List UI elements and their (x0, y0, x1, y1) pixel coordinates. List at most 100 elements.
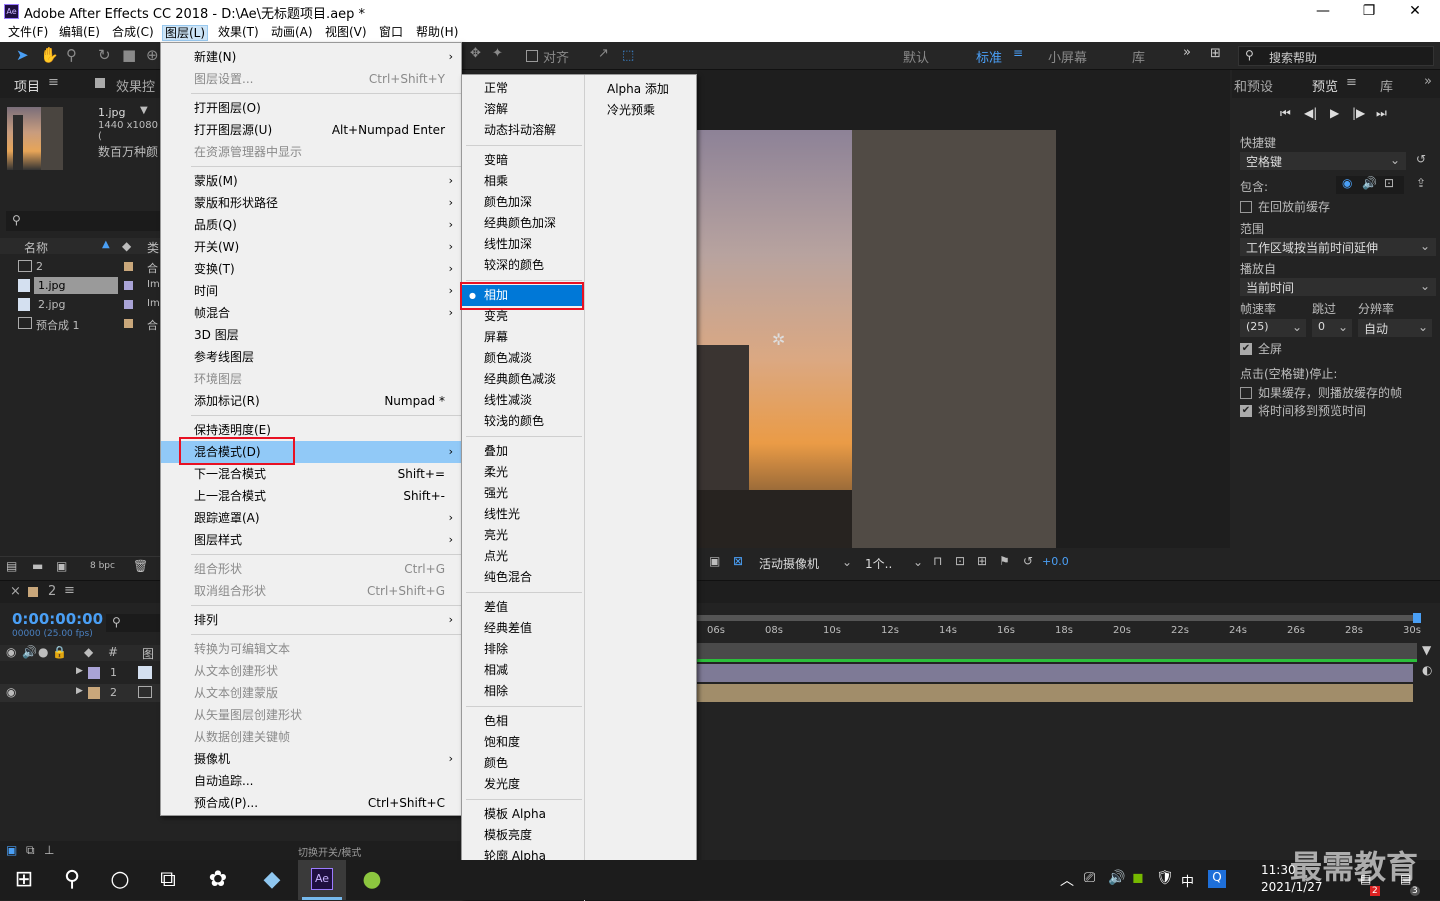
transparency-grid-icon[interactable]: ⊠ (733, 554, 743, 568)
snap-icon[interactable]: ↗ (598, 46, 609, 61)
app-pinned-icon[interactable]: ◆ (248, 860, 296, 900)
blend-mode-item[interactable]: 饱和度 (462, 732, 582, 753)
menu-window[interactable]: 窗口 (377, 25, 405, 41)
project-menu-icon[interactable]: ≡ (48, 75, 59, 90)
blend-mode-item[interactable]: 相减 (462, 660, 582, 681)
menu-layer[interactable]: 图层(L) (162, 25, 209, 41)
list-item[interactable]: 2 合 (0, 258, 160, 276)
workspace-library[interactable]: 库 (1132, 47, 1145, 66)
switch-modes-button[interactable]: 切换开关/模式 (298, 844, 361, 859)
menu-effect[interactable]: 效果(T) (216, 25, 261, 41)
interpret-footage-icon[interactable]: ▤ (6, 559, 17, 573)
blend-mode-item[interactable]: 较深的颜色 (462, 255, 582, 276)
layer-1-bar[interactable] (697, 664, 1413, 682)
flowchart-icon[interactable]: ⊞ (977, 554, 987, 568)
menu-composition[interactable]: 合成(C) (110, 25, 156, 41)
blend-mode-item[interactable]: 屏幕 (462, 327, 582, 348)
blend-mode-item[interactable]: 纯色混合 (462, 567, 582, 588)
after-effects-taskbar-button[interactable]: Ae (298, 860, 346, 900)
close-tab-icon[interactable]: × (10, 584, 21, 599)
overlay-icon[interactable]: ⊡ (1384, 176, 1394, 190)
current-timecode[interactable]: 0:00:00:00 (12, 610, 103, 628)
windows-start-icon[interactable]: ⊞ (0, 860, 48, 900)
prev-frame-icon[interactable]: ◀| (1304, 106, 1317, 120)
reset-icon[interactable]: ↺ (1416, 152, 1426, 166)
reset-exposure-icon[interactable]: ↺ (1023, 554, 1033, 568)
layer-menu-item[interactable]: 图层样式 › (161, 529, 461, 551)
layer-menu-item[interactable]: 上一混合模式 Shift+- (161, 485, 461, 507)
snap-options-icon[interactable]: ⬚ (622, 48, 634, 63)
project-search-field[interactable]: ⚲ (6, 211, 160, 231)
layer-menu-item[interactable]: 添加标记(R) Numpad * (161, 390, 461, 412)
layer-menu-item[interactable]: 打开图层(O) (161, 97, 461, 119)
list-item[interactable]: 1.jpg Im (0, 277, 160, 295)
blend-mode-item[interactable]: 相乘 (462, 171, 582, 192)
timeline-search-field[interactable]: ⚲ (106, 614, 160, 632)
blend-mode-item[interactable]: 较浅的颜色 (462, 411, 582, 432)
expand-arrow-icon[interactable]: ▶ (76, 686, 83, 696)
layer-menu-item[interactable]: 排列 › (161, 609, 461, 631)
menu-edit[interactable]: 编辑(E) (57, 25, 102, 41)
nvidia-icon[interactable]: ◼ (1132, 870, 1144, 886)
more-workspaces-icon[interactable]: » (1183, 45, 1191, 60)
comp-tab[interactable]: 2 (48, 584, 56, 599)
blend-mode-item[interactable]: 溶解 (462, 99, 582, 120)
close-button[interactable]: ✕ (1392, 0, 1438, 23)
fullscreen-checkbox[interactable]: ✔ (1240, 343, 1252, 355)
hand-tool-icon[interactable]: ✋ (40, 46, 59, 64)
layer-menu-item[interactable]: 下一混合模式 Shift+= (161, 463, 461, 485)
qq-icon[interactable]: Q (1208, 870, 1226, 888)
layer-menu-item[interactable]: 帧混合 › (161, 302, 461, 324)
cache-before-checkbox[interactable] (1240, 201, 1252, 213)
work-area-bar[interactable] (697, 615, 1417, 621)
label-color[interactable] (88, 667, 100, 679)
play-cached-checkbox[interactable] (1240, 387, 1252, 399)
move-time-checkbox[interactable]: ✔ (1240, 405, 1252, 417)
workspace-default[interactable]: 默认 (903, 47, 929, 66)
blend-mode-item[interactable]: 线性加深 (462, 234, 582, 255)
play-icon[interactable]: ▶ (1330, 106, 1339, 120)
range-select[interactable]: 工作区域按当前时间延伸 ⌄ (1240, 238, 1436, 256)
layer-menu-item[interactable]: 变换(T) › (161, 258, 461, 280)
list-item[interactable]: 2.jpg Im (0, 296, 160, 314)
bpc-label[interactable]: 8 bpc (90, 561, 115, 571)
layer-menu-item[interactable]: 预合成(P)... Ctrl+Shift+C (161, 792, 461, 814)
notification-icon[interactable]: ▤ (1360, 872, 1371, 886)
tab-preview[interactable]: 预览 (1312, 76, 1338, 95)
toggle-modes-icon[interactable]: ⧉ (26, 843, 35, 858)
layer-2-bar[interactable] (697, 684, 1413, 702)
expand-arrow-icon[interactable]: ▶ (76, 666, 83, 676)
blend-mode-item[interactable]: 变亮 (462, 306, 582, 327)
layer-menu-item[interactable]: 新建(N) › (161, 46, 461, 68)
layer-menu-item[interactable]: 跟踪遮罩(A) › (161, 507, 461, 529)
action-center-icon[interactable]: ▤ (1400, 872, 1411, 886)
blend-mode-item[interactable]: 变暗 (462, 150, 582, 171)
layer-menu-item[interactable]: 蒙版和形状路径 › (161, 192, 461, 214)
pixel-aspect-icon[interactable]: ⊓ (933, 554, 942, 568)
ime-indicator[interactable]: 中 (1181, 871, 1194, 890)
blend-mode-item[interactable]: 经典颜色减淡 (462, 369, 582, 390)
blend-mode-item[interactable]: 经典颜色加深 (462, 213, 582, 234)
chevron-up-icon[interactable]: ︿ (1060, 870, 1074, 890)
layer-menu-item[interactable]: 开关(W) › (161, 236, 461, 258)
zoom-tool-icon[interactable]: ⚲ (66, 46, 77, 64)
exposure-value[interactable]: +0.0 (1042, 555, 1069, 568)
skip-select[interactable]: 0 ⌄ (1312, 319, 1352, 337)
composition-viewer[interactable]: ✲ (697, 70, 1230, 548)
toggle-switches-icon[interactable]: ▣ (6, 843, 17, 857)
tab-project[interactable]: 项目 (14, 76, 40, 95)
item-dropdown-icon[interactable]: ▼ (140, 105, 148, 116)
selection-tool-icon[interactable]: ➤ (16, 46, 29, 64)
first-frame-icon[interactable]: ⏮ (1280, 106, 1291, 121)
layer-menu-item[interactable]: 3D 图层 (161, 324, 461, 346)
column-name[interactable]: 名称 (24, 239, 48, 256)
app-pinned-icon[interactable]: ● (348, 860, 396, 900)
timeline-menu-icon[interactable]: ≡ (64, 583, 75, 598)
more-panels-icon[interactable]: » (1424, 74, 1432, 89)
blend-mode-item[interactable]: 线性减淡 (462, 390, 582, 411)
preview-menu-icon[interactable]: ≡ (1346, 75, 1357, 90)
export-icon[interactable]: ⇪ (1416, 176, 1426, 190)
layer-menu-item[interactable]: 蒙版(M) › (161, 170, 461, 192)
audio-icon[interactable]: 🔊 (1362, 176, 1377, 190)
blend-mode-item[interactable]: 动态抖动溶解 (462, 120, 582, 141)
